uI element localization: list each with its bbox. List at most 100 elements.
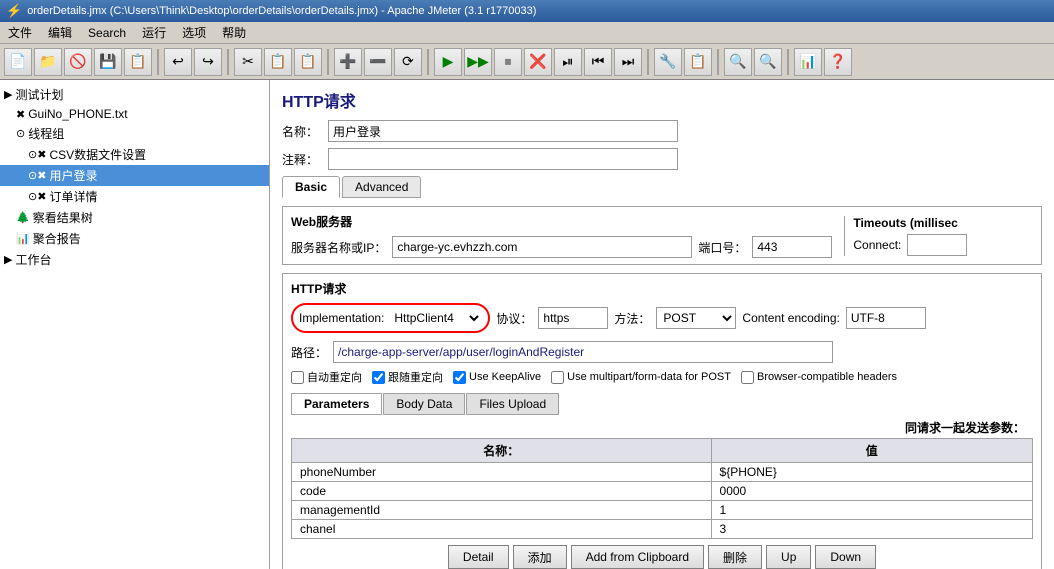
- toolbar-collapse[interactable]: ➖: [364, 48, 392, 76]
- name-row: 名称：: [282, 120, 1042, 142]
- param-value-3: 3: [711, 520, 1032, 539]
- up-button[interactable]: Up: [766, 545, 811, 569]
- sidebar-item-workbench[interactable]: ▶ 工作台: [0, 249, 269, 270]
- toolbar-clear[interactable]: 🔍: [754, 48, 782, 76]
- sidebar-item-csv-data[interactable]: ⊙✖ CSV数据文件设置: [0, 144, 269, 165]
- sidebar-item-test-plan[interactable]: ▶ 测试计划: [0, 84, 269, 105]
- toolbar-saveas[interactable]: 📋: [124, 48, 152, 76]
- toolbar-cut[interactable]: ✂: [234, 48, 262, 76]
- toolbar-start[interactable]: ▶: [434, 48, 462, 76]
- browser-compat-checkbox[interactable]: [741, 371, 754, 384]
- path-row: 路径：: [291, 341, 1033, 363]
- toolbar-start-no-pause[interactable]: ▶▶: [464, 48, 492, 76]
- toolbar-help[interactable]: ❓: [824, 48, 852, 76]
- csv-icon: ⊙✖: [28, 148, 46, 161]
- toolbar-paste[interactable]: 📋: [294, 48, 322, 76]
- web-server-section: Web服务器 服务器名称或IP： 端口号： Timeouts (millisec…: [282, 206, 1042, 265]
- toolbar-search[interactable]: 🔍: [724, 48, 752, 76]
- delete-button[interactable]: 删除: [708, 545, 762, 569]
- connect-input[interactable]: [907, 234, 967, 256]
- impl-highlight: Implementation: HttpClient4 Java HttpCli…: [291, 303, 490, 333]
- sidebar-item-label: 用户登录: [49, 167, 97, 184]
- encoding-input[interactable]: [846, 307, 926, 329]
- toolbar-remote-stop[interactable]: ⏮: [584, 48, 612, 76]
- menu-run[interactable]: 运行: [138, 23, 170, 42]
- menu-search[interactable]: Search: [84, 25, 130, 41]
- toolbar-sep-1: [157, 49, 159, 75]
- toolbar-chart[interactable]: 📊: [794, 48, 822, 76]
- sub-tab-files-upload[interactable]: Files Upload: [466, 393, 559, 415]
- detail-button[interactable]: Detail: [448, 545, 509, 569]
- path-input[interactable]: [333, 341, 833, 363]
- add-from-clipboard-button[interactable]: Add from Clipboard: [571, 545, 704, 569]
- toolbar-close[interactable]: 🚫: [64, 48, 92, 76]
- name-input[interactable]: [328, 120, 678, 142]
- sub-tab-body-data[interactable]: Body Data: [383, 393, 465, 415]
- menu-edit[interactable]: 编辑: [44, 23, 76, 42]
- checkbox-auto-redirect[interactable]: 自动重定向: [291, 369, 362, 385]
- thread-icon: ⊙: [16, 127, 25, 140]
- toolbar-expand[interactable]: ➕: [334, 48, 362, 76]
- connect-label: Connect:: [853, 238, 901, 252]
- comment-label: 注释：: [282, 151, 322, 168]
- impl-select[interactable]: HttpClient4 Java HttpClient3.1: [388, 307, 482, 329]
- comment-input[interactable]: [328, 148, 678, 170]
- sub-tab-parameters[interactable]: Parameters: [291, 393, 382, 415]
- toolbar-refresh[interactable]: ⟳: [394, 48, 422, 76]
- port-label: 端口号：: [698, 239, 746, 256]
- checkbox-multipart[interactable]: Use multipart/form-data for POST: [551, 371, 731, 384]
- toolbar-sep-3: [327, 49, 329, 75]
- user-login-icon: ⊙✖: [28, 169, 46, 182]
- follow-redirect-checkbox[interactable]: [372, 371, 385, 384]
- toolbar-log-viewer[interactable]: 📋: [684, 48, 712, 76]
- down-button[interactable]: Down: [815, 545, 876, 569]
- http-request-section: HTTP请求 Implementation: HttpClient4 Java …: [282, 273, 1042, 569]
- table-row: phoneNumber ${PHONE}: [292, 463, 1033, 482]
- table-row: code 0000: [292, 482, 1033, 501]
- workbench-icon: ▶: [4, 253, 12, 266]
- sidebar-item-label: GuiNo_PHONE.txt: [28, 107, 127, 121]
- toolbar-undo[interactable]: ↩: [164, 48, 192, 76]
- menu-help[interactable]: 帮助: [218, 23, 250, 42]
- server-input[interactable]: [392, 236, 692, 258]
- timeouts-section: Timeouts (millisec Connect:: [844, 216, 967, 256]
- param-value-0: ${PHONE}: [711, 463, 1032, 482]
- checkbox-follow-redirect[interactable]: 跟随重定向: [372, 369, 443, 385]
- tab-advanced[interactable]: Advanced: [342, 176, 421, 198]
- checkbox-keep-alive[interactable]: Use KeepAlive: [453, 371, 541, 384]
- sidebar-item-thread-group[interactable]: ⊙ 线程组: [0, 123, 269, 144]
- tab-basic[interactable]: Basic: [282, 176, 340, 198]
- toolbar-remote-start[interactable]: ⏯: [554, 48, 582, 76]
- sidebar-item-aggregate-report[interactable]: 📊 聚合报告: [0, 228, 269, 249]
- checkbox-browser-compat[interactable]: Browser-compatible headers: [741, 371, 897, 384]
- bottom-buttons: Detail 添加 Add from Clipboard 删除 Up Down: [291, 539, 1033, 569]
- sidebar-item-gui-no-phone[interactable]: ✖ GuiNo_PHONE.txt: [0, 105, 269, 123]
- toolbar-shutdown[interactable]: ❌: [524, 48, 552, 76]
- sidebar: ▶ 测试计划 ✖ GuiNo_PHONE.txt ⊙ 线程组 ⊙✖ CSV数据文…: [0, 80, 270, 569]
- method-select[interactable]: POST GET PUT DELETE: [656, 307, 736, 329]
- menu-file[interactable]: 文件: [4, 23, 36, 42]
- multipart-checkbox[interactable]: [551, 371, 564, 384]
- toolbar-func-helper[interactable]: 🔧: [654, 48, 682, 76]
- server-label: 服务器名称或IP：: [291, 239, 386, 256]
- toolbar-new[interactable]: 📄: [4, 48, 32, 76]
- menu-options[interactable]: 选项: [178, 23, 210, 42]
- toolbar-open[interactable]: 📁: [34, 48, 62, 76]
- add-button[interactable]: 添加: [513, 545, 567, 569]
- toolbar-sep-5: [647, 49, 649, 75]
- keep-alive-checkbox[interactable]: [453, 371, 466, 384]
- toolbar-redo[interactable]: ↪: [194, 48, 222, 76]
- toolbar-stop[interactable]: ⏹: [494, 48, 522, 76]
- protocol-input[interactable]: [538, 307, 608, 329]
- port-input[interactable]: [752, 236, 832, 258]
- toolbar-copy[interactable]: 📋: [264, 48, 292, 76]
- auto-redirect-checkbox[interactable]: [291, 371, 304, 384]
- toolbar-save[interactable]: 💾: [94, 48, 122, 76]
- server-row: 服务器名称或IP： 端口号：: [291, 236, 832, 258]
- sidebar-item-user-login[interactable]: ⊙✖ 用户登录: [0, 165, 269, 186]
- toolbar-remote-shutdown[interactable]: ⏭: [614, 48, 642, 76]
- sidebar-item-order-detail[interactable]: ⊙✖ 订单详情: [0, 186, 269, 207]
- sidebar-item-label: CSV数据文件设置: [49, 146, 146, 163]
- sidebar-item-view-tree[interactable]: 🌲 察看结果树: [0, 207, 269, 228]
- aggregate-icon: 📊: [16, 232, 30, 245]
